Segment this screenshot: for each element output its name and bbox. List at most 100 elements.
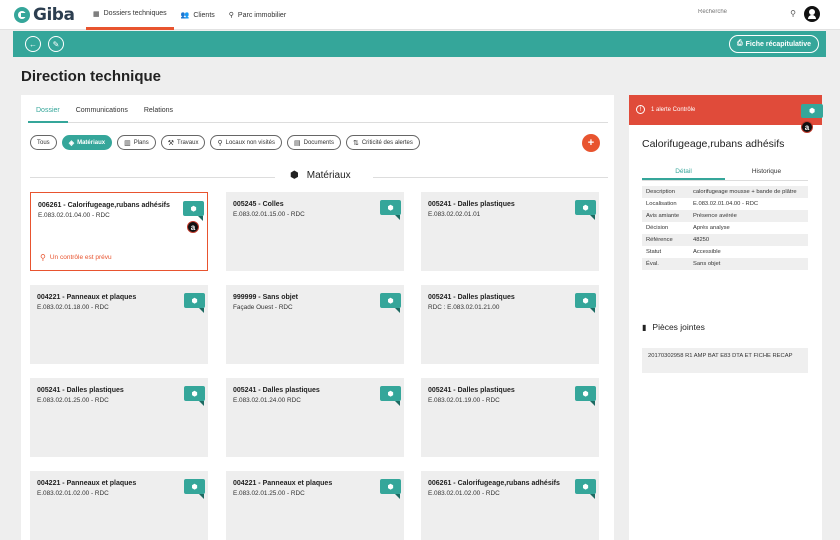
print-icon: ⎙ xyxy=(737,40,743,47)
alert-banner[interactable]: ! 1 alerte Contrôle xyxy=(629,95,822,125)
filter-plans[interactable]: ▥ Plans xyxy=(117,135,156,150)
prop-value: calorifugeage mousse + bande de plâtre xyxy=(689,186,808,198)
tab-relations[interactable]: Relations xyxy=(136,101,181,123)
prop-key: Éval. xyxy=(642,258,689,270)
material-card[interactable]: 004221 - Panneaux et plaques E.083.02.01… xyxy=(30,285,208,364)
card-location: Façade Ouest - RDC xyxy=(233,304,293,311)
table-row: Décision Après analyse xyxy=(642,222,808,234)
nav-clients[interactable]: 👥 Clients xyxy=(174,0,222,30)
search-icon[interactable]: ⚲ xyxy=(790,9,796,18)
search-box: ⚲ xyxy=(698,8,798,22)
map-marker-icon: ⚲ xyxy=(228,12,234,19)
table-row: Référence 48250 xyxy=(642,234,808,246)
material-card[interactable]: 999999 - Sans objet Façade Ouest - RDC ⬢ xyxy=(226,285,404,364)
table-row: Localisation E.083.02.01.04.00 - RDC xyxy=(642,198,808,210)
card-title: 004221 - Panneaux et plaques xyxy=(233,480,333,487)
user-avatar[interactable] xyxy=(804,6,820,22)
material-card[interactable]: 005245 - Colles E.083.02.01.15.00 - RDC … xyxy=(226,192,404,271)
material-card[interactable]: 005241 - Dalles plastiques E.083.02.01.2… xyxy=(226,378,404,457)
tab-detail[interactable]: Détail xyxy=(642,165,725,180)
add-button[interactable]: + xyxy=(582,134,600,152)
filter-documents[interactable]: ▤ Documents xyxy=(286,135,341,150)
cube-badge-icon[interactable]: ⬢ xyxy=(380,200,401,220)
cube-badge-icon[interactable]: ⬢ xyxy=(380,479,401,499)
fiche-recapitulative-button[interactable]: ⎙ Fiche récapitulative xyxy=(729,35,819,53)
prop-key: Avis amiante xyxy=(642,210,689,222)
back-button[interactable]: ← xyxy=(25,36,41,52)
card-title: 005241 - Dalles plastiques xyxy=(428,294,515,301)
card-title: 005241 - Dalles plastiques xyxy=(233,387,320,394)
cube-badge-icon[interactable]: ⬢ xyxy=(184,386,205,406)
prop-value: Accessible xyxy=(693,249,721,255)
attachment-item[interactable]: 20170302958 R1 AMP BAT E83 DTA ET FICHE … xyxy=(642,348,808,373)
logo-icon xyxy=(14,7,30,23)
cube-badge-icon[interactable]: ⬢ xyxy=(183,201,204,221)
card-title: 004221 - Panneaux et plaques xyxy=(37,294,137,301)
detail-panel: ! 1 alerte Contrôle ⬢ a Calorifugeage,ru… xyxy=(629,95,823,540)
filter-label: Travaux xyxy=(177,139,199,146)
search-input[interactable] xyxy=(698,9,778,15)
filter-label: Criticité des alertes xyxy=(361,139,413,146)
nav-label: Dossiers techniques xyxy=(103,10,167,17)
grid-icon: ▦ xyxy=(93,10,100,18)
alert-flag: a xyxy=(187,221,199,233)
card-title: 005245 - Colles xyxy=(233,201,284,208)
filter-criticite-des-alertes[interactable]: ⇅ Criticité des alertes xyxy=(345,135,420,150)
card-location: E.083.02.01.02.00 - RDC xyxy=(37,490,109,497)
material-card[interactable]: 005241 - Dalles plastiques RDC : E.083.0… xyxy=(421,285,599,364)
cube-badge-icon[interactable]: ⬢ xyxy=(575,200,596,220)
card-title: 004221 - Panneaux et plaques xyxy=(37,480,137,487)
filter-label: Plans xyxy=(133,139,149,146)
edit-button[interactable]: ✎ xyxy=(48,36,64,52)
prop-value: 48250 xyxy=(689,234,808,246)
card-location: E.083.02.01.24.00 RDC xyxy=(233,397,301,404)
card-location: E.083.02.01.04.00 - RDC xyxy=(38,212,110,219)
nav-parc-immobilier[interactable]: ⚲ Parc immobilier xyxy=(222,0,293,30)
alert-label: 1 alerte Contrôle xyxy=(651,106,696,113)
material-card[interactable]: 006261 - Calorifugeage,rubans adhésifs E… xyxy=(421,471,599,540)
material-card[interactable]: 004221 - Panneaux et plaques E.083.02.01… xyxy=(30,471,208,540)
divider xyxy=(30,177,275,178)
card-title: 005241 - Dalles plastiques xyxy=(37,387,124,394)
cube-badge-icon[interactable]: ⬢ xyxy=(184,479,205,499)
cube-badge-icon[interactable]: ⬢ xyxy=(575,479,596,499)
tab-historique[interactable]: Historique xyxy=(725,165,808,180)
table-row: Statut Accessible xyxy=(642,246,808,258)
tab-communications[interactable]: Communications xyxy=(68,101,136,123)
prop-key: Description xyxy=(642,186,689,198)
filter-tous[interactable]: Tous xyxy=(30,135,57,150)
cube-badge-icon[interactable]: ⬢ xyxy=(575,293,596,313)
document-icon: ▤ xyxy=(293,139,301,147)
material-card[interactable]: 005241 - Dalles plastiques E.083.02.01.1… xyxy=(421,378,599,457)
prop-key: Décision xyxy=(646,225,669,231)
card-location: E.083.02.01.15.00 - RDC xyxy=(233,211,305,218)
alert-icon: ! xyxy=(636,105,645,114)
cube-badge-icon[interactable]: ⬢ xyxy=(380,386,401,406)
cube-badge-icon[interactable]: ⬢ xyxy=(575,386,596,406)
card-title: 006261 - Calorifugeage,rubans adhésifs xyxy=(38,202,170,209)
material-card[interactable]: 005241 - Dalles plastiques E.083.02.01.2… xyxy=(30,378,208,457)
material-card[interactable]: 005241 - Dalles plastiques E.083.02.02.0… xyxy=(421,192,599,271)
logo[interactable]: Giba xyxy=(14,4,75,26)
alert-text: ! 1 alerte Contrôle xyxy=(636,105,695,114)
cube-badge-icon[interactable]: ⬢ xyxy=(801,104,823,118)
table-row: Éval. Sans objet xyxy=(642,258,808,270)
top-navbar: Giba ▦ Dossiers techniques 👥 Clients ⚲ P… xyxy=(0,0,840,30)
map-icon: ▥ xyxy=(124,139,131,147)
sort-icon: ⇅ xyxy=(352,139,359,147)
main-panel: Dossier Communications Relations Tous ◈ M… xyxy=(21,95,614,540)
filter-materiaux[interactable]: ◈ Matériaux xyxy=(61,135,113,150)
nav-dossiers-techniques[interactable]: ▦ Dossiers techniques xyxy=(86,0,174,30)
cube-badge-icon[interactable]: ⬢ xyxy=(184,293,205,313)
page-title: Direction technique xyxy=(21,68,162,85)
filter-label: Documents xyxy=(303,139,334,146)
card-location: RDC : E.083.02.01.21.00 xyxy=(428,304,500,311)
cube-badge-icon[interactable]: ⬢ xyxy=(380,293,401,313)
material-card[interactable]: 006261 - Calorifugeage,rubans adhésifs E… xyxy=(30,192,208,271)
filter-bar: Tous ◈ Matériaux ▥ Plans ⚒ Travaux ⚲ Locaux … xyxy=(30,135,425,150)
material-card[interactable]: 004221 - Panneaux et plaques E.083.02.01… xyxy=(226,471,404,540)
prop-key: Localisation xyxy=(646,201,677,207)
filter-locaux-non-visites[interactable]: ⚲ Locaux non visités xyxy=(210,135,282,150)
tab-dossier[interactable]: Dossier xyxy=(28,101,68,123)
filter-travaux[interactable]: ⚒ Travaux xyxy=(160,135,206,150)
